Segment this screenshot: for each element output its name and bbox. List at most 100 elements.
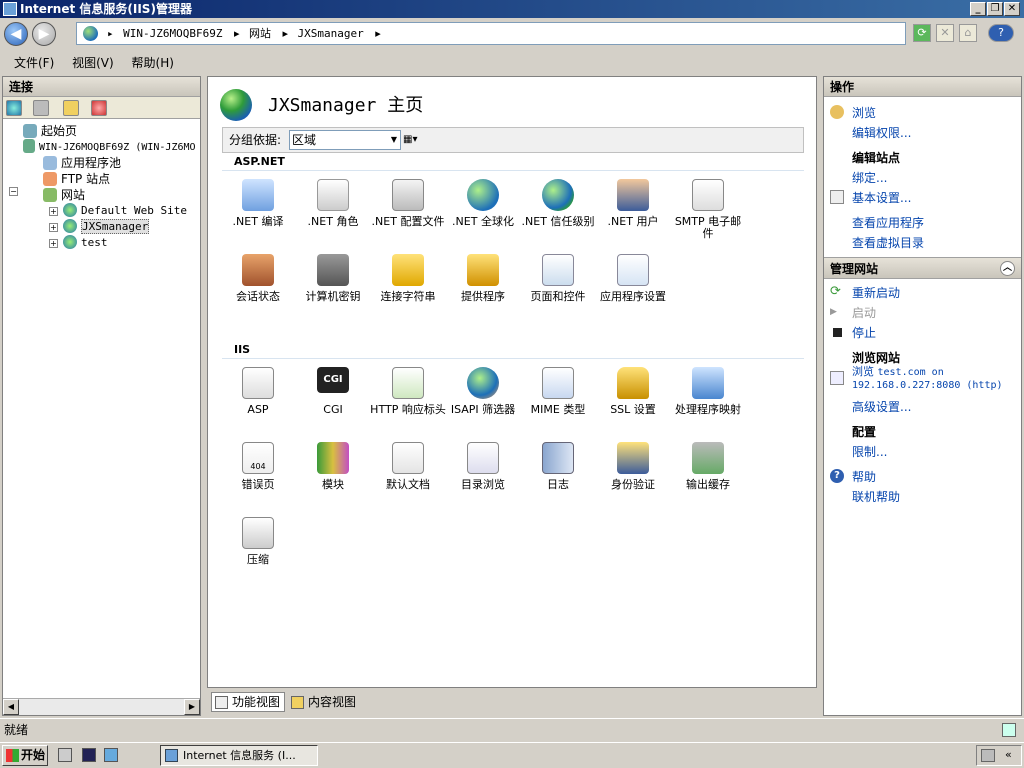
connect-globe-icon[interactable] <box>6 100 22 116</box>
expand-jxsmanager-icon[interactable]: + <box>49 223 58 232</box>
tree-item-default-site[interactable]: Default Web Site <box>63 203 187 219</box>
scroll-right-icon[interactable]: ▶ <box>184 699 200 715</box>
menu-view[interactable]: 视图(V) <box>72 56 114 70</box>
collapse-server-icon[interactable]: − <box>9 187 18 196</box>
up-folder-icon[interactable] <box>63 100 79 116</box>
tree-item-sites[interactable]: 网站 <box>43 187 85 203</box>
taskbar-item-iis[interactable]: Internet 信息服务 (I... <box>160 745 318 766</box>
log-notebook-icon <box>542 442 574 474</box>
breadcrumb-sites[interactable]: 网站 <box>249 27 271 40</box>
feature-logging[interactable]: 日志 <box>520 442 596 516</box>
minimize-button[interactable]: _ <box>970 2 986 16</box>
refresh-icon[interactable]: ⟳ <box>913 24 931 42</box>
action-basic-settings[interactable]: 基本设置... <box>852 189 911 206</box>
directory-browse-icon <box>467 442 499 474</box>
help-icon[interactable]: ? <box>988 24 1014 42</box>
action-browse[interactable]: 浏览 <box>852 104 876 121</box>
settings-doc-icon <box>830 190 844 204</box>
feature-machine-key[interactable]: 计算机密钥 <box>295 254 371 328</box>
network-status-icon <box>1002 723 1016 737</box>
tree-item-ftp[interactable]: FTP 站点 <box>43 171 110 187</box>
expand-default-site-icon[interactable]: + <box>49 207 58 216</box>
menu-file[interactable]: 文件(F) <box>14 56 54 70</box>
tree-item-jxsmanager[interactable]: JXSmanager <box>63 219 150 235</box>
feature-view-icon <box>215 696 228 709</box>
feature-ssl-settings[interactable]: SSL 设置 <box>595 367 671 441</box>
tree-item-server[interactable]: WIN-JZ6MOQBF69Z (WIN-JZ6MO <box>23 139 196 155</box>
navigation-bar: ◀ ▶ ▸ WIN-JZ6MOQBF69Z ▸ 网站 ▸ JXSmanager … <box>0 18 1024 50</box>
feature-net-compilation[interactable]: .NET 编译 <box>220 179 296 253</box>
tab-feature-view[interactable]: 功能视图 <box>211 692 285 712</box>
feature-pages-controls[interactable]: 页面和控件 <box>520 254 596 328</box>
feature-isapi-filters[interactable]: ISAPI 筛选器 <box>445 367 521 441</box>
menu-help[interactable]: 帮助(H) <box>132 56 174 70</box>
feature-net-trust[interactable]: .NET 信任级别 <box>520 179 596 253</box>
tray-expand-icon[interactable]: « <box>1005 748 1012 761</box>
feature-net-profile[interactable]: .NET 配置文件 <box>370 179 446 253</box>
feature-connection-strings[interactable]: 连接字符串 <box>370 254 446 328</box>
view-mode-button[interactable]: ▦▾ <box>403 132 429 148</box>
action-edit-permissions[interactable]: 编辑权限... <box>852 124 911 141</box>
save-icon[interactable] <box>33 100 49 116</box>
close-button[interactable]: ✕ <box>1004 2 1020 16</box>
start-page-icon <box>23 124 37 138</box>
feature-net-globalization[interactable]: .NET 全球化 <box>445 179 521 253</box>
restore-button[interactable]: ❐ <box>987 2 1003 16</box>
powershell-icon[interactable] <box>82 748 96 762</box>
feature-smtp-email[interactable]: SMTP 电子邮件 <box>670 179 746 253</box>
tree-item-start-page[interactable]: 起始页 <box>23 123 77 139</box>
feature-output-caching[interactable]: 输出缓存 <box>670 442 746 516</box>
action-help[interactable]: 帮助 <box>852 468 876 485</box>
action-advanced-settings[interactable]: 高级设置... <box>852 398 911 415</box>
action-bindings[interactable]: 绑定... <box>852 169 887 186</box>
tree-item-app-pools[interactable]: 应用程序池 <box>43 155 121 171</box>
feature-authentication[interactable]: 身份验证 <box>595 442 671 516</box>
home-icon[interactable]: ⌂ <box>959 24 977 42</box>
scroll-left-icon[interactable]: ◀ <box>3 699 19 715</box>
stop-icon[interactable]: ✕ <box>936 24 954 42</box>
machine-key-icon <box>317 254 349 286</box>
feature-net-roles[interactable]: .NET 角色 <box>295 179 371 253</box>
feature-mime-types[interactable]: MIME 类型 <box>520 367 596 441</box>
feature-asp[interactable]: ASP <box>220 367 296 441</box>
action-limits[interactable]: 限制... <box>852 443 887 460</box>
feature-providers[interactable]: 提供程序 <box>445 254 521 328</box>
address-bar[interactable]: ▸ WIN-JZ6MOQBF69Z ▸ 网站 ▸ JXSmanager ▸ <box>76 22 906 45</box>
expand-test-icon[interactable]: + <box>49 239 58 248</box>
start-button[interactable]: 开始 <box>2 745 48 766</box>
feature-modules[interactable]: 模块 <box>295 442 371 516</box>
feature-app-settings[interactable]: 应用程序设置 <box>595 254 671 328</box>
action-stop[interactable]: 停止 <box>852 324 876 341</box>
feature-session-state[interactable]: 会话状态 <box>220 254 296 328</box>
show-desktop-icon[interactable] <box>104 748 118 762</box>
feature-default-document[interactable]: 默认文档 <box>370 442 446 516</box>
tree-item-test[interactable]: test <box>63 235 108 251</box>
feature-http-headers[interactable]: HTTP 响应标头 <box>370 367 446 441</box>
action-view-applications[interactable]: 查看应用程序 <box>852 214 924 231</box>
collapse-up-icon[interactable]: ︿ <box>1000 261 1015 276</box>
server-manager-icon[interactable] <box>58 748 72 762</box>
breadcrumb-sep-icon: ▸ <box>233 27 240 40</box>
group-by-select[interactable]: 区域 ▼ <box>289 130 401 150</box>
feature-cgi[interactable]: CGI CGI <box>295 367 371 441</box>
feature-directory-browsing[interactable]: 目录浏览 <box>445 442 521 516</box>
content-view-icon <box>291 696 304 709</box>
action-online-help[interactable]: 联机帮助 <box>852 488 900 505</box>
action-browse-site-link[interactable]: 浏览 test.com on 192.168.0.227:8080 (http) <box>852 366 1003 392</box>
action-restart[interactable]: 重新启动 <box>852 284 900 301</box>
action-start[interactable]: 启动 <box>852 304 876 321</box>
back-arrow-icon[interactable]: ◀ <box>4 22 28 46</box>
tab-content-view[interactable]: 内容视图 <box>287 692 361 712</box>
disconnect-icon[interactable] <box>91 100 107 116</box>
feature-error-pages[interactable]: 404 错误页 <box>220 442 296 516</box>
tray-network-icon[interactable] <box>981 749 995 762</box>
feature-label: SSL 设置 <box>610 403 656 416</box>
feature-handler-mappings[interactable]: 处理程序映射 <box>670 367 746 441</box>
action-view-virtual-dirs[interactable]: 查看虚拟目录 <box>852 234 924 251</box>
breadcrumb-site[interactable]: JXSmanager <box>298 27 364 40</box>
horizontal-scrollbar[interactable]: ◀ ▶ <box>3 698 200 715</box>
breadcrumb-server[interactable]: WIN-JZ6MOQBF69Z <box>123 27 222 40</box>
forward-arrow-icon[interactable]: ▶ <box>32 22 56 46</box>
feature-net-users[interactable]: .NET 用户 <box>595 179 671 253</box>
feature-compression[interactable]: 压缩 <box>220 517 296 591</box>
